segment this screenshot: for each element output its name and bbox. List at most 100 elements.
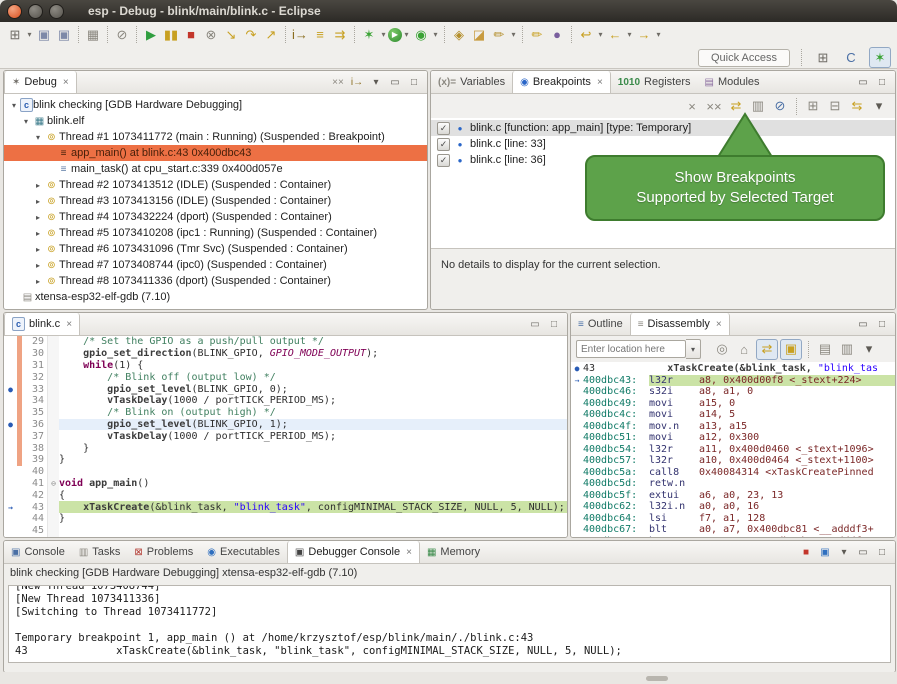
back-icon[interactable]: ←	[605, 25, 625, 44]
console-output[interactable]: [New Thread 1073408744][New Thread 10734…	[8, 585, 891, 663]
chevron-down-icon[interactable]: ▾	[431, 30, 440, 39]
disassembly-instruction-row[interactable]: 400dbc5f:extuia6, a0, 23, 13	[571, 490, 895, 502]
debug-tree-row[interactable]: ▸⊚Thread #5 1073410208 (ipc1 : Running) …	[4, 225, 427, 241]
chevron-down-icon[interactable]: ▾	[379, 30, 388, 39]
tab-breakpoints[interactable]: ◉Breakpoints×	[512, 71, 611, 93]
code-line[interactable]: while(1) {	[59, 360, 567, 372]
code-line[interactable]: vTaskDelay(1000 / portTICK_PERIOD_MS);	[59, 395, 567, 407]
collapse-all-icon[interactable]: ⊟	[825, 97, 845, 116]
tab-problems[interactable]: ⊠Problems	[127, 541, 200, 563]
maximize-icon[interactable]: □	[874, 543, 890, 562]
show-debug-columns-icon[interactable]: ≡	[310, 25, 330, 44]
debug-tree-row[interactable]: ≡main_task() at cpu_start.c:339 0x400d05…	[4, 161, 427, 177]
debug-tree-row[interactable]: ▸⊚Thread #8 1073411336 (dport) (Suspende…	[4, 273, 427, 289]
open-element-icon[interactable]: ◈	[449, 25, 469, 44]
editor-line[interactable]: 34 vTaskDelay(1000 / portTICK_PERIOD_MS)…	[4, 395, 567, 407]
minimize-icon[interactable]: ▭	[855, 73, 871, 92]
mark-occurrences-icon[interactable]: ●	[547, 25, 567, 44]
expander-closed-icon[interactable]: ▸	[32, 277, 44, 286]
minimize-icon[interactable]: ▭	[855, 543, 871, 562]
view-menu-icon[interactable]: ▾	[869, 97, 889, 116]
code-line[interactable]: /* Set the GPIO as a push/pull output */	[59, 336, 567, 348]
tab-console[interactable]: ▣Console	[4, 541, 72, 563]
disassembly-instruction-row[interactable]: 400dbc64:lsif7, a1, 128	[571, 513, 895, 525]
disassembly-instruction-row[interactable]: 400dbc57:l32ra10, 0x400d0464 <_stext+110…	[571, 455, 895, 467]
code-line[interactable]: }	[59, 454, 567, 466]
debug-tree-row[interactable]: ▸⊚Thread #4 1073432224 (dport) (Suspende…	[4, 209, 427, 225]
editor-line[interactable]: ●36 gpio_set_level(BLINK_GPIO, 1);	[4, 419, 567, 431]
home-icon[interactable]: ⌂	[734, 340, 754, 359]
expander-open-icon[interactable]: ▾	[20, 117, 32, 126]
disassembly-instruction-row[interactable]: 400dbc67:blta0, a7, 0x400dbc81 <__adddf3…	[571, 524, 895, 536]
disassembly-instruction-row[interactable]: 400dbc4c:movia14, 5	[571, 409, 895, 421]
forward-icon[interactable]: →	[634, 25, 654, 44]
maximize-icon[interactable]: □	[874, 315, 890, 334]
code-line[interactable]	[59, 466, 567, 478]
step-filters-icon[interactable]: ⇉	[330, 25, 350, 44]
save-all-icon[interactable]: ▣	[54, 25, 74, 44]
maximize-icon[interactable]: □	[874, 73, 890, 92]
expander-closed-icon[interactable]: ▸	[32, 181, 44, 190]
debug-tree-row[interactable]: ▸⊚Thread #3 1073413156 (IDLE) (Suspended…	[4, 193, 427, 209]
code-line[interactable]: gpio_set_direction(BLINK_GPIO, GPIO_MODE…	[59, 348, 567, 360]
debug-perspective-icon[interactable]: ✶	[869, 47, 891, 68]
remove-terminated-icon[interactable]: ××	[330, 73, 346, 92]
tab-modules[interactable]: ▤Modules	[698, 71, 767, 93]
editor-line[interactable]: 41⊖void app_main()	[4, 478, 567, 490]
editor-line[interactable]: 45	[4, 525, 567, 537]
chevron-down-icon[interactable]: ▾	[625, 30, 634, 39]
editor-line[interactable]: 39}	[4, 454, 567, 466]
remove-icon[interactable]: ×	[682, 97, 702, 116]
tab-debug[interactable]: ✶ Debug ×	[4, 71, 77, 93]
disassembly-instruction-row[interactable]: 400dbc5d:retw.n	[571, 478, 895, 490]
disassembly-instruction-row[interactable]: 400dbc54:l32ra11, 0x400d0460 <_stext+109…	[571, 444, 895, 456]
expander-closed-icon[interactable]: ▸	[32, 245, 44, 254]
close-icon[interactable]: ×	[716, 319, 722, 330]
terminate-icon[interactable]: ■	[798, 543, 814, 562]
disassembly-view[interactable]: ●43 xTaskCreate(&blink_task, "blink_tas→…	[571, 362, 895, 537]
launch-icon[interactable]: ✏	[489, 25, 509, 44]
disassembly-instruction-row[interactable]: 400dbc6a:bnonea0, a1, 0x400dbc8b <__addd…	[571, 536, 895, 538]
window-close-button[interactable]	[7, 4, 22, 19]
terminate-icon[interactable]: ■	[181, 25, 201, 44]
minimize-icon[interactable]: ▭	[527, 315, 543, 334]
code-line[interactable]: /* Blink on (output high) */	[59, 407, 567, 419]
code-line[interactable]: {	[59, 489, 567, 501]
editor-line[interactable]: 37 vTaskDelay(1000 / portTICK_PERIOD_MS)…	[4, 430, 567, 442]
disassembly-instruction-row[interactable]: 400dbc5a:call80x40084314 <xTaskCreatePin…	[571, 467, 895, 479]
step-over-icon[interactable]: ↷	[241, 25, 261, 44]
code-line[interactable]: }	[59, 442, 567, 454]
skip-all-breakpoints-icon[interactable]: ⊘	[112, 25, 132, 44]
run-launch-icon[interactable]: ▶	[388, 28, 402, 42]
disassembly-instruction-row[interactable]: 400dbc46:s32ia8, a1, 0	[571, 386, 895, 398]
breakpoint-checkbox[interactable]: ✓	[437, 122, 450, 135]
breakpoint-row[interactable]: ✓●blink.c [line: 33]	[431, 136, 895, 152]
sync-icon[interactable]: ⇄	[756, 339, 778, 360]
link-with-debug-icon[interactable]: ⇆	[847, 97, 867, 116]
expand-all-icon[interactable]: ⊞	[803, 97, 823, 116]
editor-line[interactable]: 42{	[4, 489, 567, 501]
open-perspective-icon[interactable]: ⊞	[813, 48, 833, 67]
horizontal-scrollbar-thumb[interactable]	[646, 676, 668, 681]
new-wizard-icon[interactable]: ⊞	[5, 25, 25, 44]
debug-tree-row[interactable]: ▾⊚Thread #1 1073411772 (main : Running) …	[4, 129, 427, 145]
chevron-down-icon[interactable]: ▾	[654, 30, 663, 39]
editor-line[interactable]: 29 /* Set the GPIO as a push/pull output…	[4, 336, 567, 348]
tab-registers[interactable]: 1010Registers	[611, 71, 698, 93]
suspend-icon[interactable]: ▮▮	[161, 25, 181, 44]
breakpoint-row[interactable]: ✓●blink.c [function: app_main] [type: Te…	[431, 120, 895, 136]
expander-closed-icon[interactable]: ▸	[32, 213, 44, 222]
close-icon[interactable]: ×	[66, 319, 72, 330]
tab-outline[interactable]: ≡Outline	[571, 313, 630, 335]
instruction-stepping-icon[interactable]: i→	[290, 25, 310, 44]
editor-line[interactable]: →43 xTaskCreate(&blink_task, "blink_task…	[4, 501, 567, 513]
highlight-icon[interactable]: ✏	[527, 25, 547, 44]
step-return-icon[interactable]: ↗	[261, 25, 281, 44]
editor-line[interactable]: 31 while(1) {	[4, 360, 567, 372]
minimize-icon[interactable]: ▭	[387, 73, 403, 92]
code-line[interactable]: vTaskDelay(1000 / portTICK_PERIOD_MS);	[59, 430, 567, 442]
minimize-icon[interactable]: ▭	[855, 315, 871, 334]
editor-line[interactable]: 44}	[4, 513, 567, 525]
editor-line[interactable]: 30 gpio_set_direction(BLINK_GPIO, GPIO_M…	[4, 348, 567, 360]
close-icon[interactable]: ×	[63, 77, 69, 88]
